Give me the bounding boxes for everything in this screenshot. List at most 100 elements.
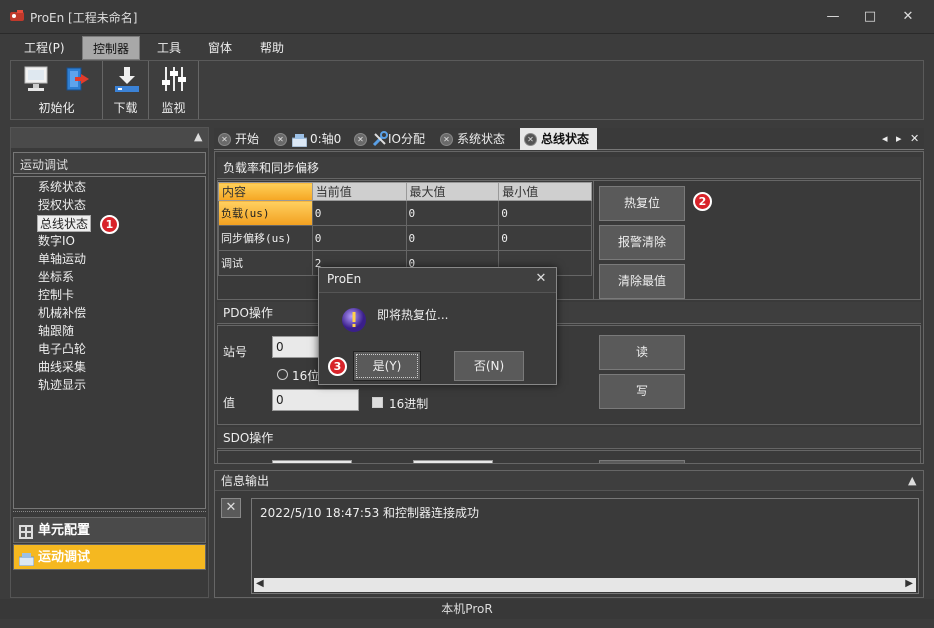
ribbon-group-download: 下载 — [103, 61, 149, 119]
tab-scroll-right-icon[interactable]: ▸ — [896, 132, 902, 145]
ribbon-toolbar: 初始化 下载 监视 — [10, 60, 924, 120]
table-cell[interactable]: 0 — [311, 200, 407, 226]
computer-icon[interactable] — [23, 65, 49, 96]
scroll-right-icon[interactable]: ▶ — [905, 578, 913, 589]
maximize-button[interactable]: □ — [859, 8, 881, 26]
dialog-title: ProEn — [327, 272, 362, 286]
load-section-title: 负载率和同步偏移 — [217, 157, 921, 179]
title-bar: ProEn [工程未命名] — □ ✕ — [0, 0, 934, 34]
tree-item-bus-status[interactable]: 总线状态 — [37, 215, 92, 232]
col-header-content[interactable]: 内容 — [218, 182, 313, 201]
nav-unit-config[interactable]: 单元配置 — [13, 517, 206, 543]
read-button[interactable]: 读 — [599, 335, 685, 370]
tab-close-icon[interactable]: ✕ — [440, 133, 453, 146]
table-cell[interactable]: 0 — [498, 200, 592, 226]
dialog-message: 即将热复位... — [377, 308, 449, 322]
sdo-button[interactable] — [599, 460, 685, 463]
left-panel: ▲ 运动调试 系统状态 授权状态 总线状态 1 数字IO 单轴运动 坐标系 控制… — [10, 127, 209, 598]
callout-badge-3: 3 — [328, 357, 347, 376]
radio-16bit[interactable] — [277, 369, 288, 380]
clear-alarm-button[interactable]: 报警清除 — [599, 225, 685, 260]
tab-scroll-left-icon[interactable]: ◂ — [882, 132, 888, 145]
nav-motion-debug[interactable]: 运动调试 — [13, 544, 206, 570]
col-header-max[interactable]: 最大值 — [405, 182, 500, 201]
info-log: 2022/5/10 18:47:53 和控制器连接成功 ◀ ▶ — [251, 498, 919, 594]
tab-bus-status[interactable]: ✕ 总线状态 — [520, 128, 598, 150]
confirm-dialog: ProEn ✕ 即将热复位... 是(Y) 3 否(N) — [318, 267, 557, 385]
tree-item-system-status[interactable]: 系统状态 — [38, 179, 86, 196]
exit-door-icon[interactable] — [63, 65, 91, 96]
tab-system-status[interactable]: ✕ 系统状态 — [440, 128, 505, 150]
table-cell[interactable]: 同步偏移(us) — [218, 225, 313, 251]
ribbon-label-init: 初始化 — [38, 101, 75, 115]
write-button[interactable]: 写 — [599, 374, 685, 409]
tab-start[interactable]: ✕ 开始 — [218, 128, 259, 150]
info-output-panel: 信息输出 ▲ ✕ 2022/5/10 18:47:53 和控制器连接成功 ◀ ▶ — [214, 470, 924, 598]
sdo-section-title: SDO操作 — [217, 427, 921, 449]
close-button[interactable]: ✕ — [897, 8, 919, 26]
menu-project[interactable]: 工程(P) — [14, 36, 75, 60]
yes-button[interactable]: 是(Y) — [353, 351, 421, 381]
menu-controller[interactable]: 控制器 — [82, 36, 141, 60]
left-section-title: 运动调试 — [13, 152, 206, 174]
tab-label: 总线状态 — [541, 132, 590, 146]
tab-label: 开始 — [235, 132, 260, 146]
menu-tools[interactable]: 工具 — [147, 36, 191, 60]
table-cell[interactable]: 0 — [405, 225, 500, 251]
minimize-button[interactable]: — — [822, 8, 844, 26]
value-input[interactable]: 0 — [272, 389, 359, 411]
hot-reset-button[interactable]: 热复位 — [599, 186, 685, 221]
menu-window[interactable]: 窗体 — [198, 36, 242, 60]
table-cell[interactable]: 负载(us) — [218, 200, 313, 226]
value-label: 值 — [223, 396, 236, 410]
table-row[interactable]: 负载(us) 0 0 0 — [218, 200, 592, 226]
tab-close-icon[interactable]: ✕ — [274, 133, 287, 146]
load-table: 内容 当前值 最大值 最小值 负载(us) 0 0 0 同步偏移(us) 0 0… — [218, 182, 592, 276]
table-row[interactable]: 同步偏移(us) 0 0 0 — [218, 225, 592, 251]
pin-icon[interactable]: ▲ — [908, 474, 916, 487]
tree-item-digital-io[interactable]: 数字IO — [38, 233, 75, 250]
tree-item-mechanical-compensation[interactable]: 机械补偿 — [38, 305, 86, 322]
status-bar: 本机ProR — [0, 599, 934, 619]
motion-debug-icon — [18, 550, 35, 576]
tab-label: 0:轴0 — [310, 132, 342, 146]
tab-close-icon[interactable]: ✕ — [354, 133, 367, 146]
tree-item-control-card[interactable]: 控制卡 — [38, 287, 74, 304]
sdo-input-1[interactable] — [272, 460, 352, 463]
tab-axis0[interactable]: ✕ 0:轴0 — [274, 128, 341, 150]
no-button[interactable]: 否(N) — [454, 351, 524, 381]
hex-checkbox[interactable] — [372, 397, 383, 408]
table-cell[interactable]: 0 — [498, 225, 592, 251]
table-cell[interactable]: 0 — [311, 225, 407, 251]
left-panel-header: ▲ — [11, 128, 208, 148]
nav-motion-debug-label: 运动调试 — [38, 550, 91, 565]
radio-16bit-label: 16位 — [292, 369, 320, 383]
clear-log-icon[interactable]: ✕ — [221, 498, 241, 518]
tab-close-all-icon[interactable]: ✕ — [910, 132, 919, 145]
hex-checkbox-label: 16进制 — [389, 397, 429, 411]
col-header-current[interactable]: 当前值 — [311, 182, 407, 201]
table-cell[interactable]: 调试 — [218, 250, 313, 276]
clear-max-button[interactable]: 清除最值 — [599, 264, 685, 299]
tab-io-assign[interactable]: ✕ IO分配 — [354, 128, 425, 150]
tree-item-single-axis[interactable]: 单轴运动 — [38, 251, 86, 268]
tree-item-license-status[interactable]: 授权状态 — [38, 197, 86, 214]
scroll-left-icon[interactable]: ◀ — [256, 578, 264, 589]
menu-help[interactable]: 帮助 — [250, 36, 294, 60]
callout-badge-2: 2 — [693, 192, 712, 211]
pin-icon[interactable]: ▲ — [194, 130, 202, 143]
tab-close-icon[interactable]: ✕ — [524, 133, 537, 146]
tree-item-electronic-cam[interactable]: 电子凸轮 — [38, 341, 86, 358]
tree-item-axis-follow[interactable]: 轴跟随 — [38, 323, 74, 340]
tab-close-icon[interactable]: ✕ — [218, 133, 231, 146]
dialog-close-icon[interactable]: ✕ — [533, 271, 549, 287]
tree-item-curve-capture[interactable]: 曲线采集 — [38, 359, 86, 376]
download-icon[interactable] — [113, 65, 141, 96]
tree-item-trajectory-display[interactable]: 轨迹显示 — [38, 377, 86, 394]
table-cell[interactable]: 0 — [405, 200, 500, 226]
horizontal-scrollbar[interactable]: ◀ ▶ — [254, 578, 916, 592]
tree-item-coordinate-system[interactable]: 坐标系 — [38, 269, 74, 286]
sliders-icon[interactable] — [160, 65, 188, 96]
sdo-input-2[interactable] — [413, 460, 493, 463]
col-header-min[interactable]: 最小值 — [498, 182, 592, 201]
